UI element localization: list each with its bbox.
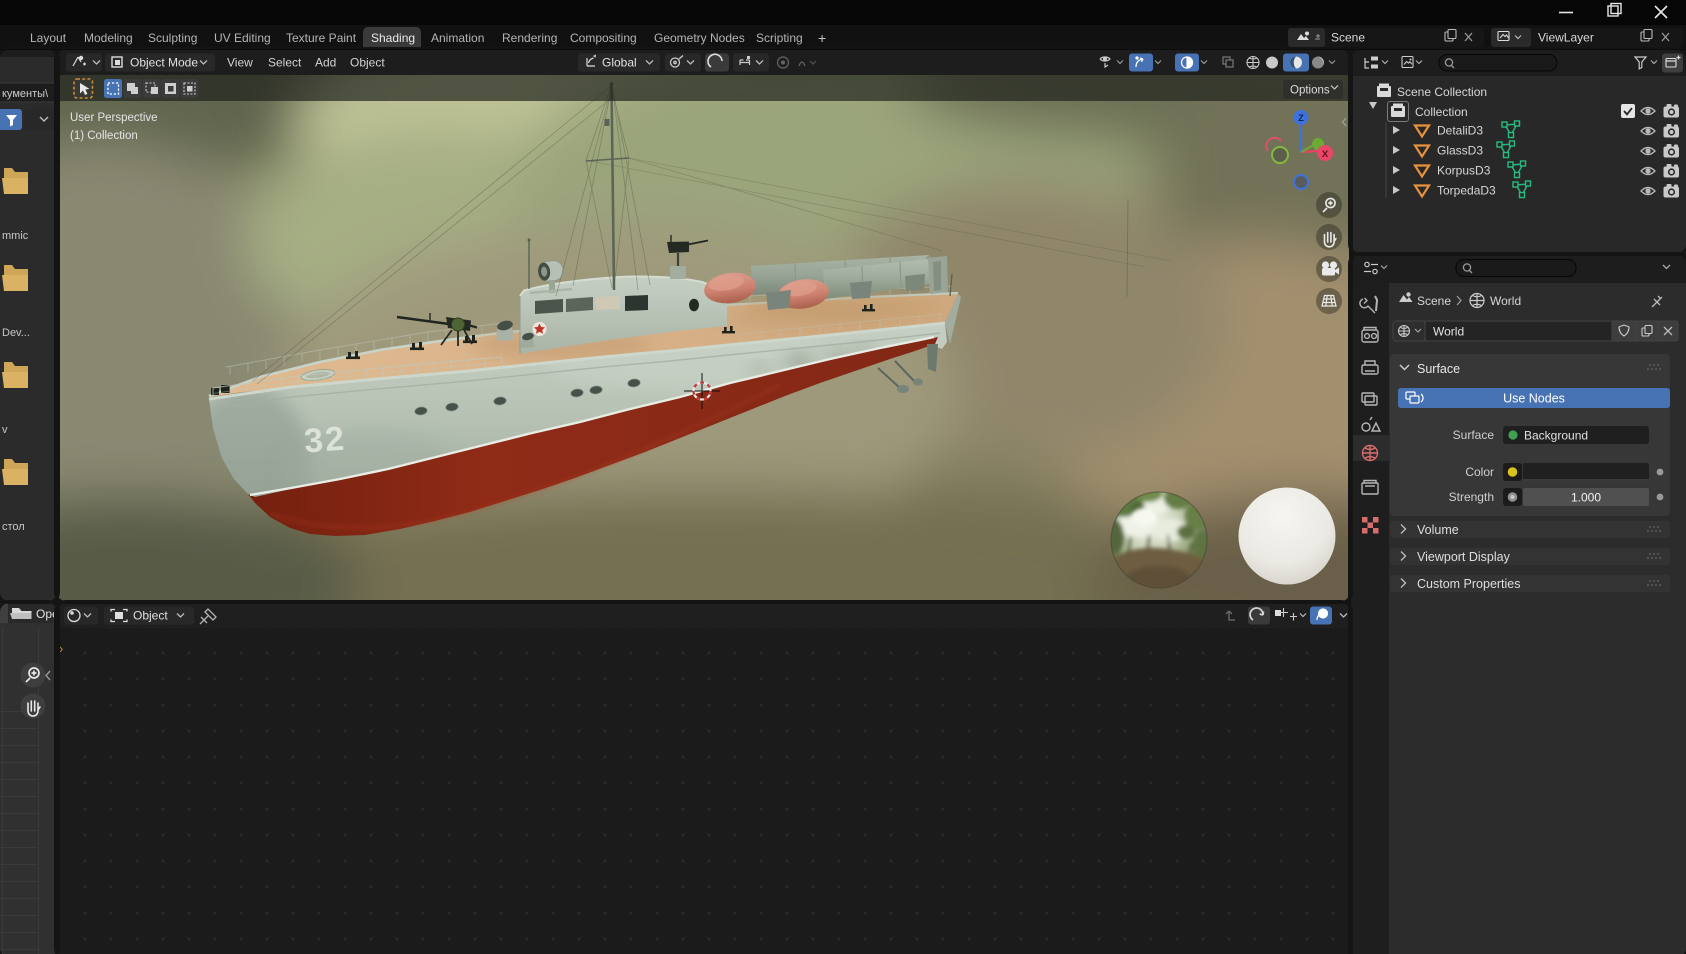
svg-text:ViewLayer: ViewLayer [1538,31,1594,45]
svg-text:Scene: Scene [1331,31,1365,45]
